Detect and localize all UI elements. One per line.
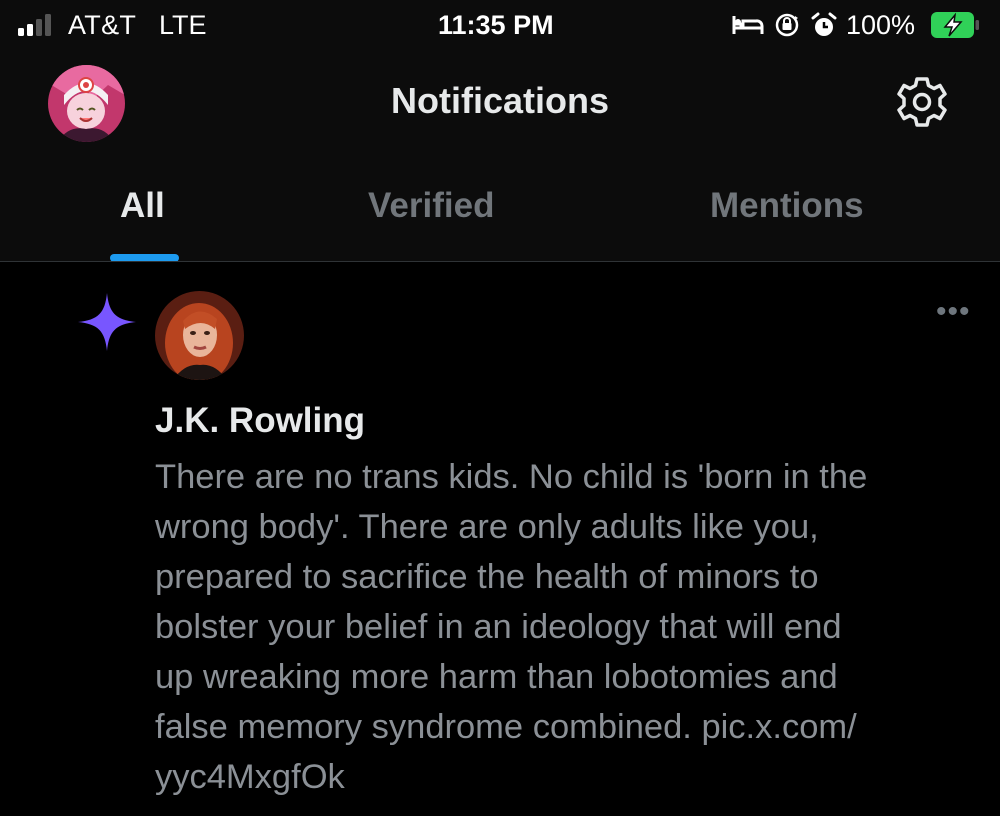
battery-charging-icon xyxy=(931,12,979,38)
post-text-line: up wreaking more harm than lobotomies an… xyxy=(155,658,838,696)
status-time: 11:35 PM xyxy=(438,10,554,40)
network-type: LTE xyxy=(159,10,207,40)
post-text-line: There are no trans kids. No child is 'bo… xyxy=(155,458,868,496)
orientation-lock-icon xyxy=(775,13,799,37)
sparkle-icon xyxy=(78,293,136,351)
status-bar: AT&T LTE 11:35 PM 100% xyxy=(0,0,1000,52)
tab-mentions[interactable]: Mentions xyxy=(710,186,864,226)
post-text-line: prepared to sacrifice the health of mino… xyxy=(155,558,819,596)
tab-verified[interactable]: Verified xyxy=(368,186,494,226)
post-text-line: false memory syndrome combined. pic.x.co… xyxy=(155,708,857,746)
post-text-line: wrong body'. There are only adults like … xyxy=(155,508,819,546)
post-link-line[interactable]: yyc4MxgfOk xyxy=(155,752,975,802)
signal-strength-icon xyxy=(18,12,58,36)
alarm-icon xyxy=(811,12,837,36)
author-avatar[interactable] xyxy=(155,291,244,380)
page-title: Notifications xyxy=(390,80,609,121)
post-text[interactable]: There are no trans kids. No child is 'bo… xyxy=(155,452,975,802)
tabs-divider xyxy=(0,261,1000,262)
more-horizontal-icon[interactable]: ••• xyxy=(936,297,976,327)
post-text-line: bolster your belief in an ideology that … xyxy=(155,608,842,646)
tab-all[interactable]: All xyxy=(120,186,165,226)
gear-icon[interactable] xyxy=(895,75,949,129)
carrier-label: AT&T xyxy=(68,10,137,40)
author-name[interactable]: J.K. Rowling xyxy=(155,401,365,441)
bed-icon xyxy=(732,16,764,34)
battery-percentage: 100% xyxy=(846,10,916,40)
